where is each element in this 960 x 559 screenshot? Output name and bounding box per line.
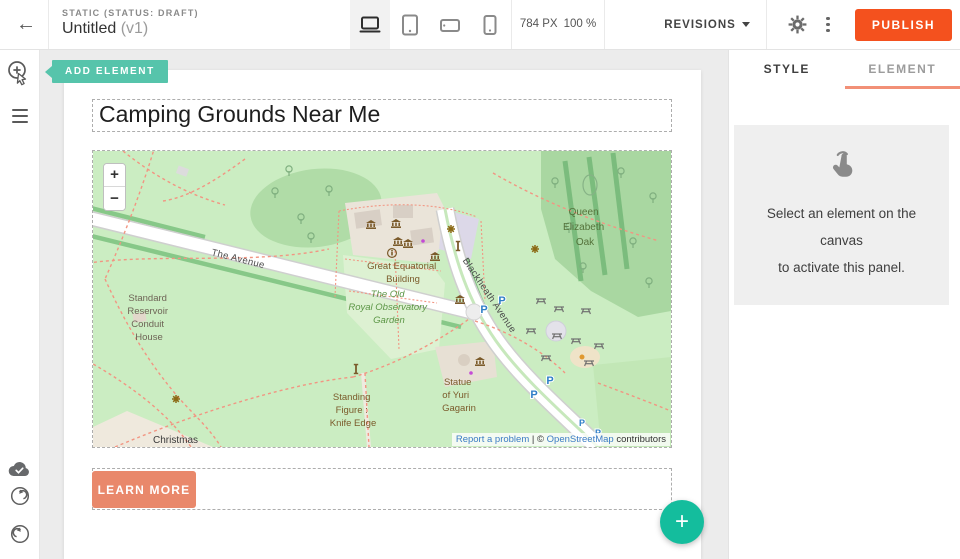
cloud-check-icon <box>8 460 31 477</box>
revisions-label: REVISIONS <box>664 19 736 31</box>
undo-icon <box>10 486 30 506</box>
device-mobile-landscape-button[interactable] <box>430 0 470 49</box>
map-zoom-control: + − <box>103 163 126 211</box>
svg-text:P: P <box>546 375 553 387</box>
add-element-tooltip: ADD ELEMENT <box>52 60 168 83</box>
zoom-value: 100 % <box>564 18 597 30</box>
report-problem-link[interactable]: Report a problem <box>456 434 529 445</box>
christmas-label: Christmas <box>153 435 198 446</box>
settings-button[interactable] <box>783 8 813 42</box>
heading-element[interactable]: Camping Grounds Near Me <box>92 99 672 132</box>
learn-more-button[interactable]: LEARN MORE <box>92 471 196 508</box>
svg-text:P: P <box>530 389 537 401</box>
map-zoom-out-button[interactable]: − <box>104 187 125 210</box>
width-value: 784 PX <box>520 18 558 30</box>
gagarin-label: Statue of Yuri Gagarin <box>442 377 476 414</box>
svg-text:P: P <box>579 418 585 428</box>
tap-hand-icon <box>744 147 939 186</box>
toolbar-right-group: REVISIONS PUBLISH <box>664 0 952 49</box>
mobile-icon <box>478 14 502 36</box>
divider <box>48 0 49 49</box>
mobile-landscape-icon <box>438 15 462 35</box>
chevron-down-icon <box>742 22 750 27</box>
title-text: Untitled <box>62 20 116 37</box>
tablet-icon <box>398 14 422 36</box>
plus-circle-pointer-icon <box>6 60 33 90</box>
device-mobile-button[interactable] <box>470 0 510 49</box>
redo-icon <box>10 524 30 544</box>
redo-button[interactable] <box>10 524 30 547</box>
page-canvas[interactable]: Camping Grounds Near Me + − Report a pro… <box>64 70 701 559</box>
page-heading-text: Camping Grounds Near Me <box>99 101 671 128</box>
divider <box>604 0 605 49</box>
panel-empty-state: Select an element on the canvas to activ… <box>734 125 949 305</box>
left-toolbar-rail <box>0 50 40 559</box>
publish-button[interactable]: PUBLISH <box>855 9 952 41</box>
map-zoom-in-button[interactable]: + <box>104 164 125 187</box>
knife-edge-label: Standing Figure : Knife Edge <box>330 392 376 429</box>
properties-panel: STYLE ELEMENT Select an element on the c… <box>728 50 960 559</box>
page-title: Untitled (v1) <box>62 20 199 38</box>
tab-element[interactable]: ELEMENT <box>845 50 960 88</box>
device-preview-switcher <box>350 0 510 49</box>
list-icon <box>12 109 28 111</box>
version-text: (v1) <box>121 20 149 37</box>
document-title-block: STATIC (STATUS: DRAFT) Untitled (v1) <box>62 8 199 38</box>
add-element-button[interactable] <box>6 60 33 93</box>
laptop-icon <box>358 15 382 35</box>
more-options-button[interactable] <box>813 8 843 42</box>
device-tablet-button[interactable] <box>390 0 430 49</box>
divider <box>766 0 767 49</box>
tab-style[interactable]: STYLE <box>729 50 845 88</box>
openstreetmap-canvas[interactable]: P P P P P P The Avenue Blackheath Avenue… <box>93 151 671 447</box>
attribution-separator: | © <box>529 434 546 445</box>
kebab-icon <box>826 17 830 33</box>
add-section-fab[interactable]: + <box>660 500 704 544</box>
undo-button[interactable] <box>10 486 30 509</box>
top-toolbar: ← STATIC (STATUS: DRAFT) Untitled (v1) <box>0 0 960 50</box>
map-element[interactable]: + − Report a problem | © OpenStreetMap c… <box>92 150 672 448</box>
back-button[interactable]: ← <box>8 0 44 49</box>
device-laptop-button[interactable] <box>350 0 390 49</box>
panel-empty-message: Select an element on the canvas to activ… <box>744 200 939 281</box>
svg-text:P: P <box>480 304 487 316</box>
gear-icon <box>788 15 807 34</box>
panel-tab-bar: STYLE ELEMENT <box>729 50 960 88</box>
map-attribution: Report a problem | © OpenStreetMap contr… <box>452 433 670 446</box>
button-row-element[interactable]: LEARN MORE <box>92 468 672 510</box>
revisions-dropdown[interactable]: REVISIONS <box>664 19 750 31</box>
attribution-contributors: contributors <box>614 434 666 445</box>
sections-button[interactable] <box>12 109 28 123</box>
save-status-button[interactable] <box>8 460 31 480</box>
status-label: STATIC (STATUS: DRAFT) <box>62 8 199 18</box>
openstreetmap-link[interactable]: OpenStreetMap <box>547 434 614 445</box>
canvas-dimensions: 784 PX 100 % <box>512 0 604 49</box>
